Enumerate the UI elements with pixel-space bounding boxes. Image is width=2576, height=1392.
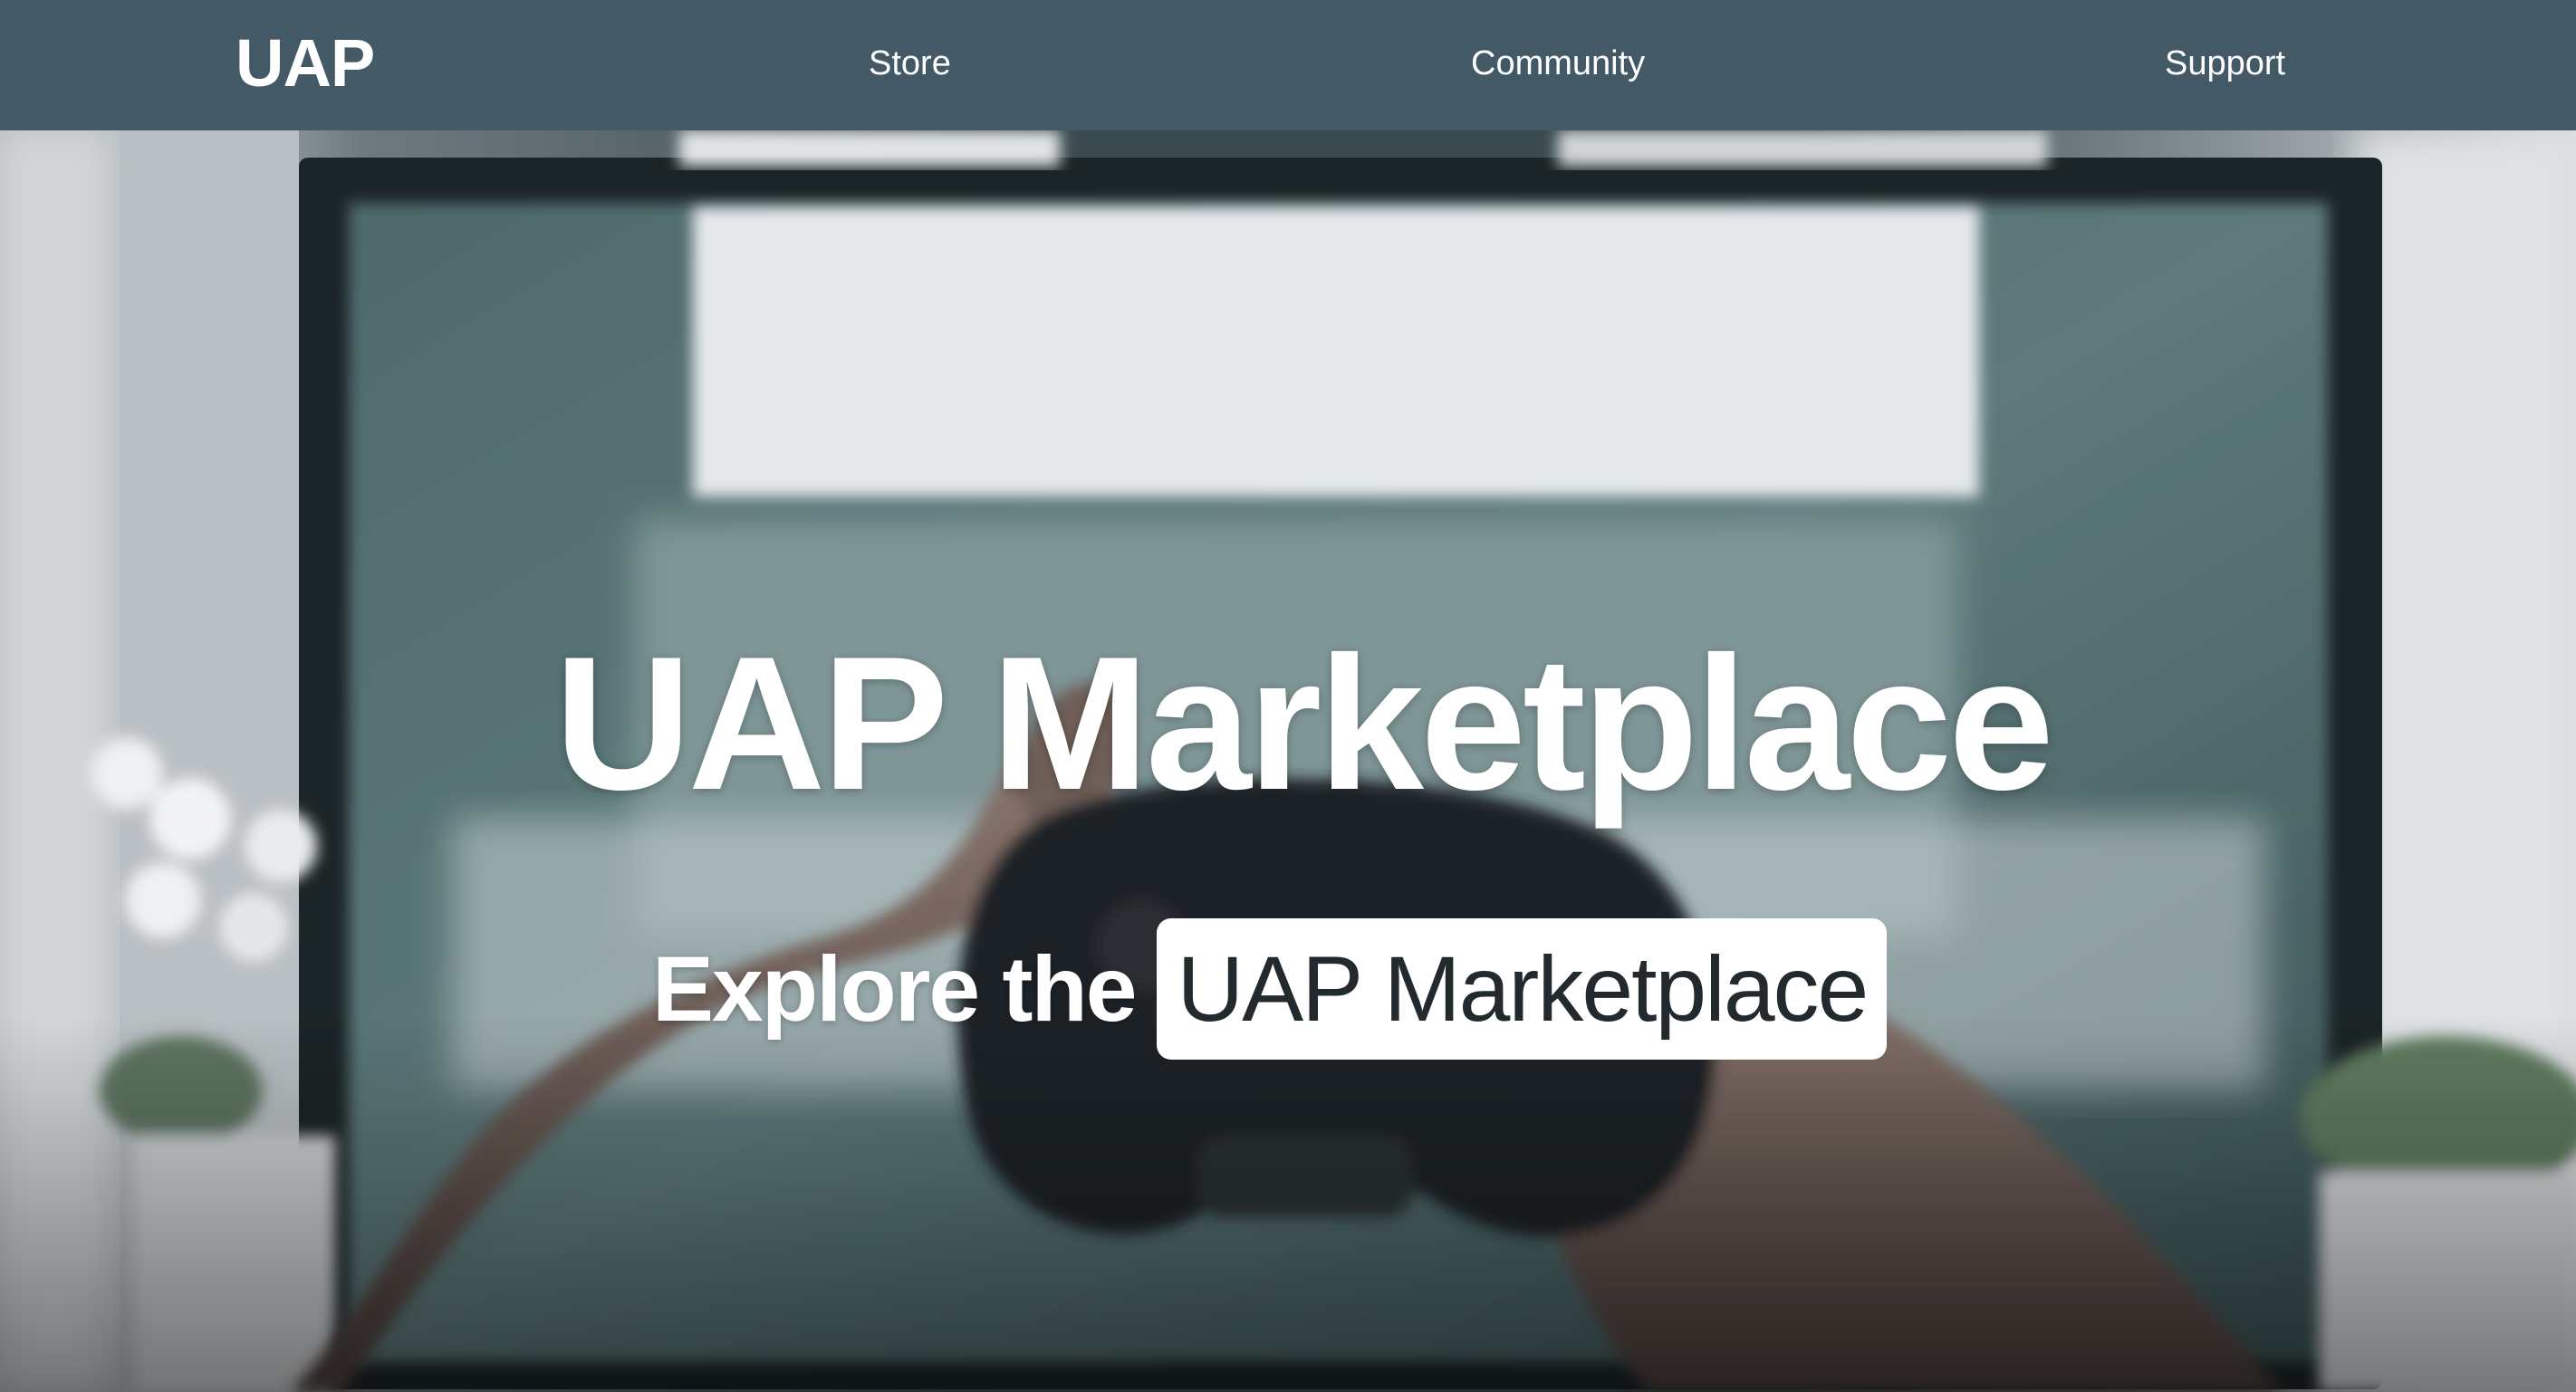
hero-section: UAP Marketplace Explore the UAP Marketpl… xyxy=(0,130,2576,1392)
hero-subtitle-lead: Explore the xyxy=(652,937,1137,1041)
nav-link-store[interactable]: Store xyxy=(869,43,951,83)
site-logo[interactable]: UAP xyxy=(235,27,375,100)
hero-subtitle-highlight: UAP Marketplace xyxy=(1157,918,1888,1060)
page: UAP Store Community Support UAP Marketpl… xyxy=(0,0,2576,1392)
top-navbar: UAP Store Community Support xyxy=(0,0,2576,130)
hero-subtitle: Explore the UAP Marketplace xyxy=(652,917,1888,1061)
hero-title: UAP Marketplace xyxy=(554,617,2054,830)
nav-link-support[interactable]: Support xyxy=(2165,43,2285,83)
nav-link-community[interactable]: Community xyxy=(1471,43,1645,83)
